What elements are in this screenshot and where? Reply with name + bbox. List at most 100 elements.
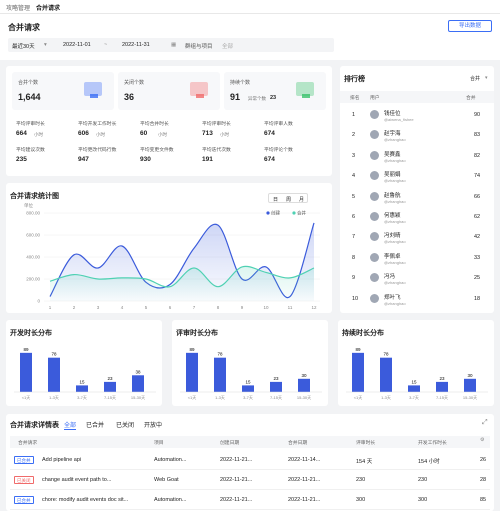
bar[interactable]: [270, 381, 282, 392]
rank-number: 7: [352, 234, 356, 241]
ranking-filter-select[interactable]: 合并: [470, 75, 480, 82]
bar[interactable]: [132, 375, 144, 392]
x-tick-label: 5: [145, 305, 148, 310]
bar-value-label: 78: [51, 352, 57, 357]
distribution-card: 持续时长分布 89 <1天 78 1-3天 15 3-7天 23 7-15天 30 15-30天: [338, 320, 494, 406]
rank-row[interactable]: 3 吴赛鑫 @zhanghao 82: [340, 147, 492, 167]
trend-chart-card: 合并请求统计图 日 周 月 单位 800.00 600.00 400.00 200.00…: [6, 183, 332, 313]
mr-title-link[interactable]: chore: modify audit events doc sit...: [42, 497, 128, 503]
merged-date-cell: 2022-11-14...: [288, 457, 321, 463]
calendar-icon[interactable]: ▦: [171, 42, 176, 48]
metric-label: 平均评审时长: [202, 122, 231, 127]
rank-row[interactable]: 4 吴丽娟 @zhanghao 74: [340, 167, 492, 187]
range-select[interactable]: 最近30天: [12, 42, 35, 50]
avatar: [370, 232, 379, 242]
tab-open[interactable]: 开放中: [144, 420, 162, 429]
created-date-cell: 2022-11-21...: [220, 497, 253, 503]
stat-box: 合并个数 1,644: [12, 72, 114, 110]
bar[interactable]: [436, 381, 448, 392]
rank-row[interactable]: 1 钱佳位 @aiwena_fishee 90: [340, 106, 492, 126]
tab-closed[interactable]: 已关闭: [116, 420, 134, 429]
mr-title-link[interactable]: change audit event path to...: [42, 477, 111, 483]
bar-value-label: 89: [23, 347, 29, 352]
bar-category-label: 7-15天: [104, 395, 116, 400]
table-row[interactable]: 已合并 chore: modify audit events doc sit...…: [10, 490, 490, 510]
bar[interactable]: [298, 378, 310, 392]
legend-swatch: [292, 211, 296, 215]
bar[interactable]: [48, 357, 60, 392]
stats-card: 合并个数 1,644 关闭个数 36 持续个数 91 异常个数 23 平均评审时长 664 小时平…: [6, 66, 332, 176]
bar-category-label: 7-15天: [436, 395, 448, 400]
mr-title-link[interactable]: Add pipeline api: [42, 457, 81, 463]
rank-row[interactable]: 9 冯冯 @zhanghao 25: [340, 269, 492, 289]
rank-row[interactable]: 8 李佩卓 @zhanghao 33: [340, 249, 492, 269]
user-handle: @zhanghao: [384, 157, 406, 163]
date-to-input[interactable]: 2022-11-31: [122, 42, 150, 48]
user-name: 吴丽娟: [384, 172, 401, 179]
metric-value: 930: [140, 156, 151, 163]
avatar: [370, 273, 379, 283]
rank-row[interactable]: 5 赵鲁航 @zhanghao 66: [340, 188, 492, 208]
bar-value-label: 38: [135, 369, 141, 374]
top-nav-bar: 攻略管理 合并请求: [0, 0, 500, 14]
page-title: 合并请求: [8, 23, 40, 32]
bar-value-label: 23: [439, 376, 445, 381]
bar[interactable]: [408, 385, 420, 392]
bar[interactable]: [20, 352, 32, 392]
dev-duration-cell: 230: [418, 477, 428, 483]
metric-label: 平均合并时长: [140, 122, 169, 127]
bar[interactable]: [76, 385, 88, 392]
rank-number: 9: [352, 275, 356, 282]
bar[interactable]: [214, 357, 226, 392]
merge-count: 82: [474, 152, 481, 159]
bar-category-label: <1天: [22, 395, 31, 400]
column-settings-icon[interactable]: ⚙: [480, 438, 484, 443]
user-handle: @zhanghao: [384, 137, 406, 143]
rank-row[interactable]: 10 郑叶飞 @zhanghao 18: [340, 290, 492, 310]
monitor-stand-icon: [196, 94, 204, 98]
count-cell: 26: [480, 457, 487, 463]
merge-count: 25: [474, 275, 481, 282]
legend-label: 合并: [297, 210, 306, 217]
user-name: 郑叶飞: [384, 294, 401, 301]
export-button[interactable]: 导出数据: [448, 20, 492, 32]
rank-row[interactable]: 6 何惠颖 @zhanghao 62: [340, 208, 492, 228]
merge-count: 33: [474, 254, 481, 261]
user-handle: @aiwena_fishee: [384, 117, 414, 122]
rank-number: 1: [352, 112, 356, 118]
bar-category-label: <1天: [354, 395, 363, 400]
stat-box: 持续个数 91 异常个数 23: [224, 72, 326, 110]
date-from-input[interactable]: 2022-11-01: [63, 42, 91, 48]
project-select[interactable]: 全部: [222, 42, 233, 50]
bar-value-label: 78: [383, 352, 389, 357]
x-tick-label: 12: [311, 305, 317, 310]
bar-category-label: 3-7天: [243, 395, 253, 400]
metric-unit: 小时: [220, 132, 229, 137]
metric-label: 平均迭代次数: [202, 148, 231, 153]
rank-row[interactable]: 7 冯刘晴 @zhanghao 42: [340, 228, 492, 248]
bar[interactable]: [464, 378, 476, 392]
bar[interactable]: [352, 352, 364, 392]
bar[interactable]: [380, 357, 392, 392]
rank-row[interactable]: 2 赵宇海 @zhanghao 83: [340, 126, 492, 146]
metric-value: 674: [264, 130, 275, 137]
status-tag: 已合并: [14, 496, 34, 504]
bar[interactable]: [242, 385, 254, 392]
avatar: [370, 150, 379, 160]
metric-value: 664: [16, 130, 27, 137]
metric-label: 平均评论个数: [264, 148, 293, 153]
legend-label: 创建: [271, 210, 280, 217]
expand-icon[interactable]: ⤢: [482, 419, 488, 427]
bar[interactable]: [186, 352, 198, 392]
nav-link-merge-requests[interactable]: 合并请求: [36, 3, 60, 12]
x-tick-label: 9: [241, 305, 244, 310]
merge-count: 74: [474, 173, 481, 180]
dev-duration-cell: 154 小时: [418, 459, 440, 465]
tab-all[interactable]: 全部: [64, 420, 76, 429]
tab-merged[interactable]: 已合并: [86, 420, 104, 429]
nav-link-management[interactable]: 攻略管理: [6, 3, 30, 12]
bar[interactable]: [104, 381, 116, 392]
table-row[interactable]: 已关闭 change audit event path to... Web Goat…: [10, 470, 490, 490]
status-tag: 已关闭: [14, 476, 34, 484]
table-row[interactable]: 已合并 Add pipeline api Automation... 2022-11-…: [10, 450, 490, 470]
